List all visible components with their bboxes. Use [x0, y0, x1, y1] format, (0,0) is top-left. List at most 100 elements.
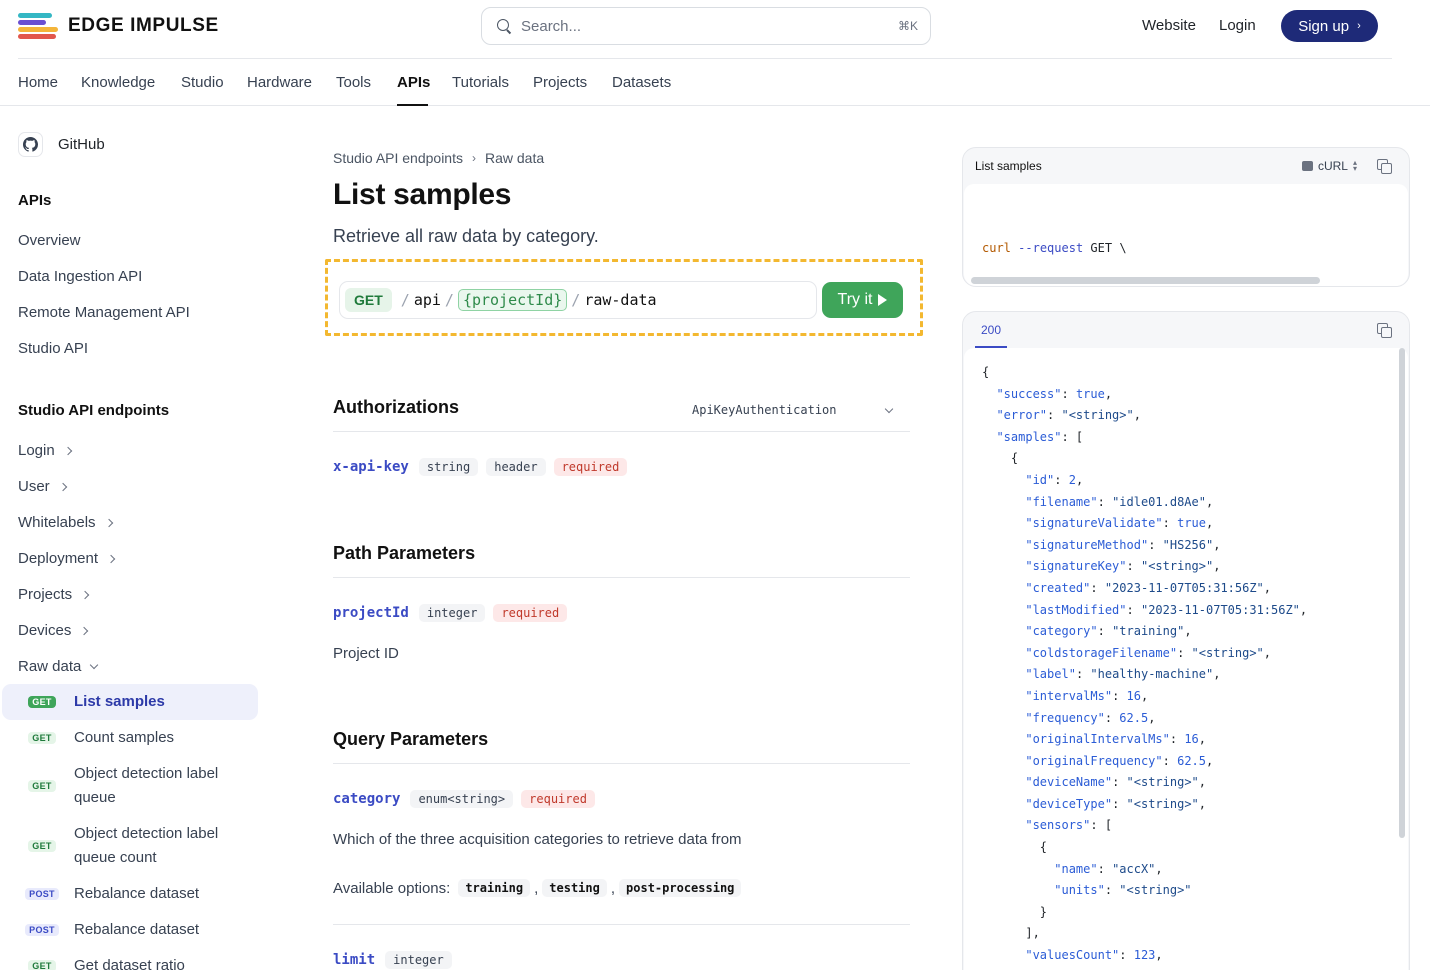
sidebar-endpoint-od-label-queue-count[interactable]: GET Object detection label queue count [2, 822, 258, 870]
response-code-block[interactable]: { "success": true, "error": "<string>", … [964, 348, 1408, 970]
code-line: "signatureKey": "<string>", [1025, 559, 1221, 574]
code-line: "category": "training", [1025, 624, 1192, 639]
sign-up-button[interactable]: Sign up › [1281, 10, 1378, 42]
auth-scheme-select[interactable]: ApiKeyAuthentication [692, 403, 897, 417]
chevron-down-icon [884, 404, 894, 413]
active-tab-indicator [397, 104, 428, 106]
param-name[interactable]: category [333, 791, 400, 807]
path-segment: raw-data [584, 291, 657, 309]
method-badge: GET [345, 288, 392, 312]
apis-heading: APIs [18, 192, 52, 209]
endpoint-url-bar[interactable]: GET / api / {projectId} / raw-data [339, 281, 817, 319]
sidebar-item-github[interactable]: GitHub [18, 132, 105, 157]
code-line: "intervalMs": 16, [1025, 688, 1149, 703]
request-code-block[interactable]: curl --request GET \ --url https://studi… [964, 184, 1408, 286]
group-label: Raw data [18, 658, 82, 675]
sidebar-endpoint-list-samples[interactable]: GET List samples [2, 684, 258, 720]
param-name[interactable]: limit [333, 952, 375, 968]
sidebar-endpoint-od-label-queue[interactable]: GET Object detection label queue [2, 762, 258, 810]
endpoint-label: Rebalance dataset [74, 885, 200, 902]
tab-tools[interactable]: Tools [336, 74, 371, 91]
vertical-scrollbar[interactable] [1399, 348, 1405, 838]
code-line: "success": true, [996, 386, 1113, 401]
tab-studio[interactable]: Studio [181, 74, 224, 91]
endpoint-label: Get dataset ratio [74, 957, 185, 970]
code-line: "units": "<string>" [1054, 883, 1192, 898]
chevron-right-icon: › [1357, 20, 1361, 32]
nav-divider [18, 58, 1392, 59]
sidebar-group-login[interactable]: Login [18, 442, 72, 459]
sidebar-item-remote-management[interactable]: Remote Management API [18, 304, 190, 321]
sidebar-item-studio-api[interactable]: Studio API [18, 340, 88, 357]
copy-icon[interactable] [1377, 159, 1392, 174]
chevron-right-icon: › [472, 151, 476, 165]
sidebar-group-raw-data[interactable]: Raw data [18, 658, 99, 675]
authorizations-title: Authorizations [333, 397, 459, 417]
group-label: Deployment [18, 550, 99, 567]
param-name[interactable]: projectId [333, 605, 409, 621]
sidebar-endpoint-count-samples[interactable]: GET Count samples [2, 726, 258, 750]
horizontal-scrollbar[interactable] [971, 277, 1320, 284]
code-line: "created": "2023-11-07T05:31:56Z", [1025, 580, 1272, 595]
code-line: "name": "accX", [1054, 861, 1163, 876]
tab-datasets[interactable]: Datasets [612, 74, 671, 91]
chevron-right-icon [104, 518, 113, 527]
code-line: "frequency": 62.5, [1025, 710, 1156, 725]
sidebar-group-user[interactable]: User [18, 478, 67, 495]
search-input[interactable]: Search... ⌘K [481, 7, 931, 45]
chevron-right-icon [80, 626, 89, 635]
param-description: Project ID [333, 645, 399, 662]
try-it-label: Try it [837, 291, 873, 308]
sidebar-endpoint-rebalance-dataset-2[interactable]: POST Rebalance dataset [2, 918, 258, 942]
sidebar-item-overview[interactable]: Overview [18, 232, 81, 249]
sign-up-label: Sign up [1298, 17, 1350, 35]
main-nav: Home Knowledge Studio Hardware Tools API… [0, 58, 1430, 106]
sidebar-group-deployment[interactable]: Deployment [18, 550, 116, 567]
code-line: "id": 2, [1025, 472, 1084, 487]
option-chip: post-processing [619, 879, 742, 897]
response-code: { "success": true, "error": "<string>", … [964, 348, 1408, 967]
tab-home[interactable]: Home [18, 74, 58, 91]
try-it-button[interactable]: Try it [822, 282, 903, 318]
code-line: "label": "healthy-machine", [1025, 667, 1221, 682]
language-select[interactable]: cURL ▴ ▾ [1301, 159, 1357, 173]
request-panel-title: List samples [975, 159, 1042, 173]
sidebar-group-devices[interactable]: Devices [18, 622, 89, 639]
code-line: "deviceName": "<string>", [1025, 775, 1206, 790]
tab-hardware[interactable]: Hardware [247, 74, 312, 91]
section-divider [333, 763, 910, 764]
param-category: category enum<string> required [333, 790, 595, 808]
code-line: "coldstorageFilename": "<string>", [1025, 645, 1272, 660]
tab-tutorials[interactable]: Tutorials [452, 74, 509, 91]
sidebar-group-whitelabels[interactable]: Whitelabels [18, 514, 113, 531]
sidebar-endpoint-rebalance-dataset[interactable]: POST Rebalance dataset [2, 882, 258, 906]
sidebar-group-projects[interactable]: Projects [18, 586, 90, 603]
sidebar-item-data-ingestion[interactable]: Data Ingestion API [18, 268, 142, 285]
param-projectid: projectId integer required [333, 604, 568, 622]
required-badge: required [493, 604, 568, 622]
param-name[interactable]: x-api-key [333, 459, 409, 475]
chevron-right-icon [63, 446, 72, 455]
brand-logo[interactable]: EDGE IMPULSE [18, 12, 219, 40]
method-badge: GET [20, 960, 64, 970]
param-description: Which of the three acquisition categorie… [333, 831, 742, 848]
code-line: } [982, 904, 1048, 919]
tab-apis[interactable]: APIs [397, 74, 430, 91]
param-x-api-key: x-api-key string header required [333, 458, 628, 476]
endpoints-heading: Studio API endpoints [18, 402, 170, 419]
tab-knowledge[interactable]: Knowledge [81, 74, 155, 91]
website-link[interactable]: Website [1142, 17, 1196, 34]
method-badge: POST [20, 888, 64, 900]
breadcrumb-item[interactable]: Studio API endpoints [333, 150, 463, 166]
response-status-tab[interactable]: 200 [975, 312, 1008, 348]
page-title: List samples [333, 178, 512, 211]
code-line: "originalFrequency": 62.5, [1025, 753, 1214, 768]
code-line: "originalIntervalMs": 16, [1025, 732, 1206, 747]
sidebar-endpoint-get-dataset-ratio[interactable]: GET Get dataset ratio [2, 954, 258, 970]
endpoint-label: Object detection label queue [74, 765, 219, 806]
path-param-projectid[interactable]: {projectId} [457, 289, 568, 311]
copy-icon[interactable] [1377, 323, 1392, 338]
code-line: "samples": [ [996, 429, 1084, 444]
tab-projects[interactable]: Projects [533, 74, 587, 91]
login-link[interactable]: Login [1219, 17, 1256, 34]
